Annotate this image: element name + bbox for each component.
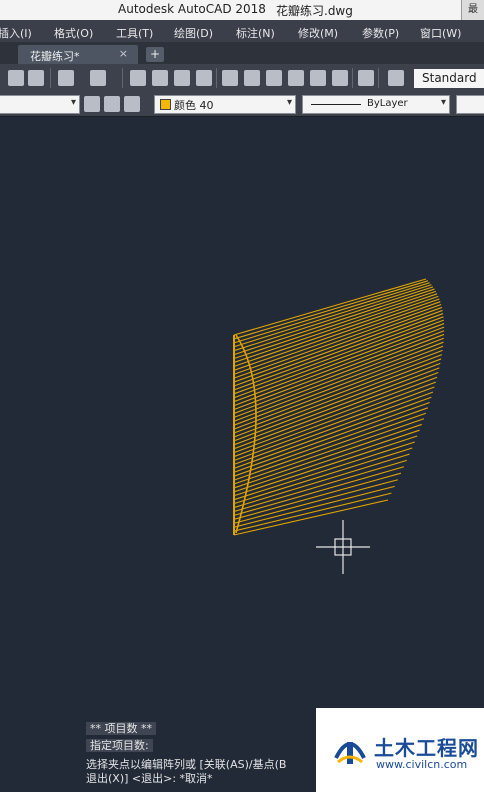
undo-icon[interactable] (58, 70, 74, 86)
properties-icon[interactable] (222, 70, 238, 86)
chevron-down-icon: ▾ (286, 97, 292, 108)
watermark: 土木工程网 www.civilcn.com (316, 708, 484, 792)
command-prompt-line: 退出(X)] <退出>: *取消* (86, 772, 213, 785)
design-center-icon[interactable] (244, 70, 260, 86)
text-style-value: Standard (422, 71, 477, 85)
toolbar-divider (352, 68, 353, 88)
redo-icon[interactable] (90, 70, 106, 86)
toolbar-divider (216, 68, 217, 88)
text-style-dropdown[interactable]: Standard (414, 69, 484, 88)
calculator-icon[interactable] (332, 70, 348, 86)
menu-window[interactable]: 窗口(W) (420, 25, 461, 41)
linetype-preview (311, 104, 361, 105)
toolbar-divider (50, 68, 51, 88)
menu-format[interactable]: 格式(O) (54, 25, 93, 41)
properties-toolbar: ▾ 颜色 40 ▾ ByLayer ▾ (0, 92, 484, 117)
text-style-icon[interactable] (388, 70, 404, 86)
lineweight-dropdown[interactable] (456, 95, 484, 114)
color-swatch (160, 99, 171, 110)
menu-bar: 插入(I) 格式(O) 工具(T) 绘图(D) 标注(N) 修改(M) 参数(P… (0, 20, 484, 42)
pan-icon[interactable] (130, 70, 146, 86)
sheet-set-icon[interactable] (288, 70, 304, 86)
logo-icon (334, 742, 366, 764)
array-line (233, 492, 392, 532)
array-line (233, 412, 427, 481)
tab-drawing-label: 花瓣练习* (30, 50, 80, 63)
close-icon[interactable]: × (119, 47, 128, 60)
zoom-previous-icon[interactable] (196, 70, 212, 86)
publish-icon[interactable] (28, 70, 44, 86)
command-text: ** 项目数 ** (86, 722, 156, 735)
color-dropdown[interactable]: 颜色 40 ▾ (154, 95, 296, 114)
layer-dropdown[interactable]: ▾ (0, 95, 80, 114)
command-text: 指定项目数: (86, 739, 153, 752)
make-current-layer-icon[interactable] (84, 96, 100, 112)
save-icon[interactable] (8, 70, 24, 86)
polar-array-fan (233, 278, 445, 536)
drawing-canvas[interactable] (0, 116, 484, 792)
document-tab-bar: 花瓣练习* × + (0, 42, 484, 64)
markup-icon[interactable] (310, 70, 326, 86)
array-line (233, 286, 434, 352)
command-history-line: ** 项目数 ** (86, 720, 156, 736)
new-tab-button[interactable]: + (146, 47, 164, 62)
linetype-dropdown[interactable]: ByLayer ▾ (302, 95, 450, 114)
watermark-url: www.civilcn.com (376, 758, 468, 771)
layer-match-icon[interactable] (124, 96, 140, 112)
toolbar-divider (122, 68, 123, 88)
chevron-down-icon: ▾ (70, 97, 76, 108)
array-line (233, 447, 413, 505)
menu-dimension[interactable]: 标注(N) (236, 25, 275, 41)
tab-drawing[interactable]: 花瓣练习* × (18, 45, 138, 64)
watermark-name: 土木工程网 (374, 736, 479, 760)
color-value: 颜色 40 (174, 99, 214, 112)
linetype-value: ByLayer (367, 98, 408, 109)
zoom-window-icon[interactable] (174, 70, 190, 86)
title-bar: Autodesk AutoCAD 2018 花瓣练习.dwg 最 (0, 0, 484, 20)
app-title: Autodesk AutoCAD 2018 (118, 2, 266, 16)
menu-insert[interactable]: 插入(I) (0, 25, 32, 41)
menu-parametric[interactable]: 参数(P) (362, 25, 399, 41)
chevron-down-icon: ▾ (440, 97, 446, 108)
menu-modify[interactable]: 修改(M) (298, 25, 338, 41)
toolbar-divider (378, 68, 379, 88)
help-icon[interactable] (358, 70, 374, 86)
zoom-realtime-icon[interactable] (152, 70, 168, 86)
tool-palettes-icon[interactable] (266, 70, 282, 86)
layer-previous-icon[interactable] (104, 96, 120, 112)
menu-tools[interactable]: 工具(T) (116, 25, 153, 41)
command-history-line: 指定项目数: (86, 737, 153, 753)
array-line (233, 288, 435, 356)
window-control-button[interactable]: 最 (461, 0, 484, 20)
standard-toolbar: Standard (0, 64, 484, 93)
file-title: 花瓣练习.dwg (276, 4, 353, 18)
crosshair-cursor (316, 520, 370, 574)
menu-draw[interactable]: 绘图(D) (174, 25, 213, 41)
